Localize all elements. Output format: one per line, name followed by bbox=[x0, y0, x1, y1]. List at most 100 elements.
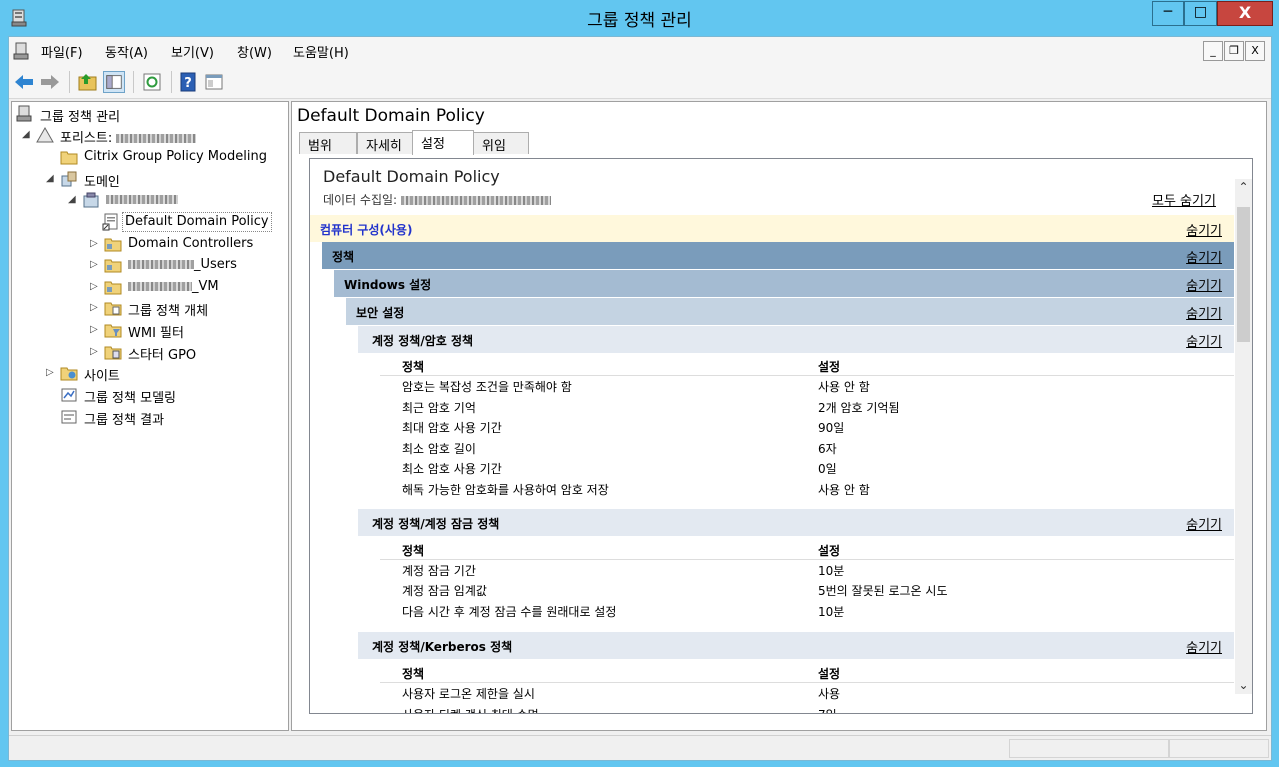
properties-icon[interactable] bbox=[203, 71, 225, 93]
title-bar[interactable]: 그룹 정책 관리 ─ □ X bbox=[0, 0, 1279, 36]
tree-item-modeling[interactable]: 그룹 정책 모델링 bbox=[60, 385, 280, 406]
menu-view[interactable]: 보기(V) bbox=[171, 42, 214, 61]
tree-item-results[interactable]: 그룹 정책 결과 bbox=[60, 407, 280, 428]
menu-action[interactable]: 동작(A) bbox=[105, 42, 148, 61]
report-title: Default Domain Policy bbox=[323, 167, 500, 186]
hide-link[interactable]: 숨기기 bbox=[1186, 331, 1222, 350]
report-scrollbar[interactable]: ⌃ ⌄ bbox=[1235, 179, 1252, 694]
hide-link[interactable]: 숨기기 bbox=[1186, 220, 1222, 239]
tab-delegation[interactable]: 위임 bbox=[473, 132, 529, 154]
tree-item-starter-gpo[interactable]: ▷ 스타터 GPO bbox=[90, 342, 280, 363]
domains-icon bbox=[61, 171, 77, 187]
ou-folder-icon bbox=[104, 259, 122, 273]
tree-label: 그룹 정책 모델링 bbox=[84, 391, 176, 406]
tree-item-users-ou[interactable]: ▷ _Users bbox=[90, 255, 280, 276]
collapsed-arrow-icon[interactable]: ▷ bbox=[90, 259, 100, 271]
forward-icon[interactable] bbox=[39, 71, 61, 93]
table-row: 최근 암호 기억 2개 암호 기억됨 bbox=[402, 401, 900, 415]
show-hide-tree-icon[interactable] bbox=[103, 71, 125, 93]
hide-link[interactable]: 숨기기 bbox=[1186, 303, 1222, 322]
tree-item-gpo-objects[interactable]: ▷ 그룹 정책 개체 bbox=[90, 298, 280, 319]
section-band: 계정 정책/암호 정책 숨기기 bbox=[358, 326, 1234, 353]
tab-scope[interactable]: 범위 bbox=[299, 132, 357, 154]
minimize-button[interactable]: ─ bbox=[1152, 1, 1184, 26]
scroll-down-icon[interactable]: ⌄ bbox=[1235, 677, 1252, 694]
column-header-policy: 정책 bbox=[402, 544, 425, 558]
tab-details[interactable]: 자세히 bbox=[357, 132, 413, 154]
tree-label: 사이트 bbox=[84, 369, 120, 384]
maximize-button[interactable]: □ bbox=[1184, 1, 1217, 26]
tree-item-wmi[interactable]: ▷ WMI 필터 bbox=[90, 320, 280, 341]
tree-label: Domain Controllers bbox=[128, 236, 254, 251]
help-icon[interactable]: ? bbox=[177, 71, 199, 93]
console-tree: 그룹 정책 관리 ◢ 포리스트: Citrix Group Policy Mod… bbox=[11, 101, 289, 731]
scroll-thumb[interactable] bbox=[1237, 207, 1250, 342]
menu-window[interactable]: 창(W) bbox=[237, 42, 272, 61]
up-folder-icon[interactable] bbox=[77, 71, 99, 93]
collapsed-arrow-icon[interactable]: ▷ bbox=[90, 281, 100, 293]
hide-link[interactable]: 숨기기 bbox=[1186, 637, 1222, 656]
section-band: 계정 정책/계정 잠금 정책 숨기기 bbox=[358, 509, 1234, 536]
mdi-minimize-button[interactable]: _ bbox=[1203, 41, 1223, 61]
redacted-text bbox=[400, 196, 551, 205]
policies-band: 정책 숨기기 bbox=[322, 242, 1234, 269]
expanded-arrow-icon[interactable]: ◢ bbox=[68, 194, 78, 206]
close-button[interactable]: X bbox=[1217, 1, 1273, 26]
domain-icon bbox=[83, 192, 99, 208]
tree-label: 그룹 정책 관리 bbox=[40, 110, 121, 125]
tree-item-domain-controllers[interactable]: ▷ Domain Controllers bbox=[90, 234, 280, 255]
tab-settings[interactable]: 설정 bbox=[412, 130, 474, 155]
collapsed-arrow-icon[interactable]: ▷ bbox=[90, 346, 100, 358]
redacted-text bbox=[116, 134, 197, 143]
hide-all-link[interactable]: 모두 숨기기 bbox=[1152, 190, 1216, 209]
expanded-arrow-icon[interactable]: ◢ bbox=[22, 129, 32, 141]
tree-item-citrix[interactable]: Citrix Group Policy Modeling bbox=[60, 147, 280, 168]
collapsed-arrow-icon[interactable]: ▷ bbox=[46, 367, 56, 379]
hide-link[interactable]: 숨기기 bbox=[1186, 247, 1222, 266]
hide-link[interactable]: 숨기기 bbox=[1186, 514, 1222, 533]
tree-item-sites[interactable]: ▷ 사이트 bbox=[46, 363, 276, 384]
tree-label: _VM bbox=[192, 279, 219, 294]
collapsed-arrow-icon[interactable]: ▷ bbox=[90, 324, 100, 336]
gpo-link-icon bbox=[102, 213, 118, 231]
scroll-up-icon[interactable]: ⌃ bbox=[1235, 179, 1252, 196]
table-row: 계정 잠금 기간 10분 bbox=[402, 564, 845, 578]
mdi-restore-button[interactable]: ❐ bbox=[1224, 41, 1244, 61]
forest-icon bbox=[36, 126, 54, 143]
table-row: 사용자 티켓 갱신 최대 수명7일 bbox=[380, 706, 1234, 713]
hide-link[interactable]: 숨기기 bbox=[1186, 275, 1222, 294]
collapsed-arrow-icon[interactable]: ▷ bbox=[90, 302, 100, 314]
tree-label: WMI 필터 bbox=[128, 326, 184, 341]
settings-report: Default Domain Policy 데이터 수집일: 모두 숨기기 컴퓨… bbox=[309, 158, 1253, 714]
table-row: 암호는 복잡성 조건을 만족해야 함 사용 안 함 bbox=[402, 380, 870, 394]
starter-gpo-folder-icon bbox=[104, 346, 122, 360]
section-title: 계정 정책/계정 잠금 정책 bbox=[372, 517, 500, 531]
collected-label: 데이터 수집일: bbox=[323, 193, 398, 207]
refresh-icon[interactable] bbox=[141, 71, 163, 93]
tree-item-forest[interactable]: ◢ 포리스트: bbox=[22, 125, 282, 146]
console-icon[interactable] bbox=[13, 42, 31, 60]
mdi-close-button[interactable]: X bbox=[1245, 41, 1265, 61]
status-segment bbox=[1009, 739, 1169, 758]
table-row: 사용자 로그온 제한을 실시 사용 bbox=[402, 687, 841, 701]
tree-item-domains[interactable]: ◢ 도메인 bbox=[46, 169, 276, 190]
expanded-arrow-icon[interactable]: ◢ bbox=[46, 173, 56, 185]
tree-label: 그룹 정책 결과 bbox=[84, 413, 165, 428]
tree-item-default-domain-policy[interactable]: Default Domain Policy bbox=[102, 212, 280, 233]
menu-file[interactable]: 파일(F) bbox=[41, 42, 83, 61]
results-icon bbox=[61, 410, 77, 424]
redacted-text bbox=[128, 282, 192, 291]
table-row: 최소 암호 길이 6자 bbox=[402, 442, 837, 456]
table-row: 계정 잠금 임계값 5번의 잘못된 로그온 시도 bbox=[402, 584, 948, 598]
section-band: 계정 정책/Kerberos 정책 숨기기 bbox=[358, 632, 1234, 659]
column-header-setting: 설정 bbox=[818, 360, 841, 374]
back-icon[interactable] bbox=[13, 71, 35, 93]
tree-item-vm-ou[interactable]: ▷ _VM bbox=[90, 277, 280, 298]
menu-help[interactable]: 도움말(H) bbox=[293, 42, 349, 61]
security-settings-band: 보안 설정 숨기기 bbox=[346, 298, 1234, 325]
minimize-icon: ─ bbox=[1163, 4, 1173, 20]
collapsed-arrow-icon[interactable]: ▷ bbox=[90, 238, 100, 250]
tree-item-domain[interactable]: ◢ bbox=[68, 190, 278, 211]
tree-item-root[interactable]: 그룹 정책 관리 bbox=[14, 104, 284, 125]
computer-config-label[interactable]: 컴퓨터 구성(사용) bbox=[320, 221, 412, 238]
